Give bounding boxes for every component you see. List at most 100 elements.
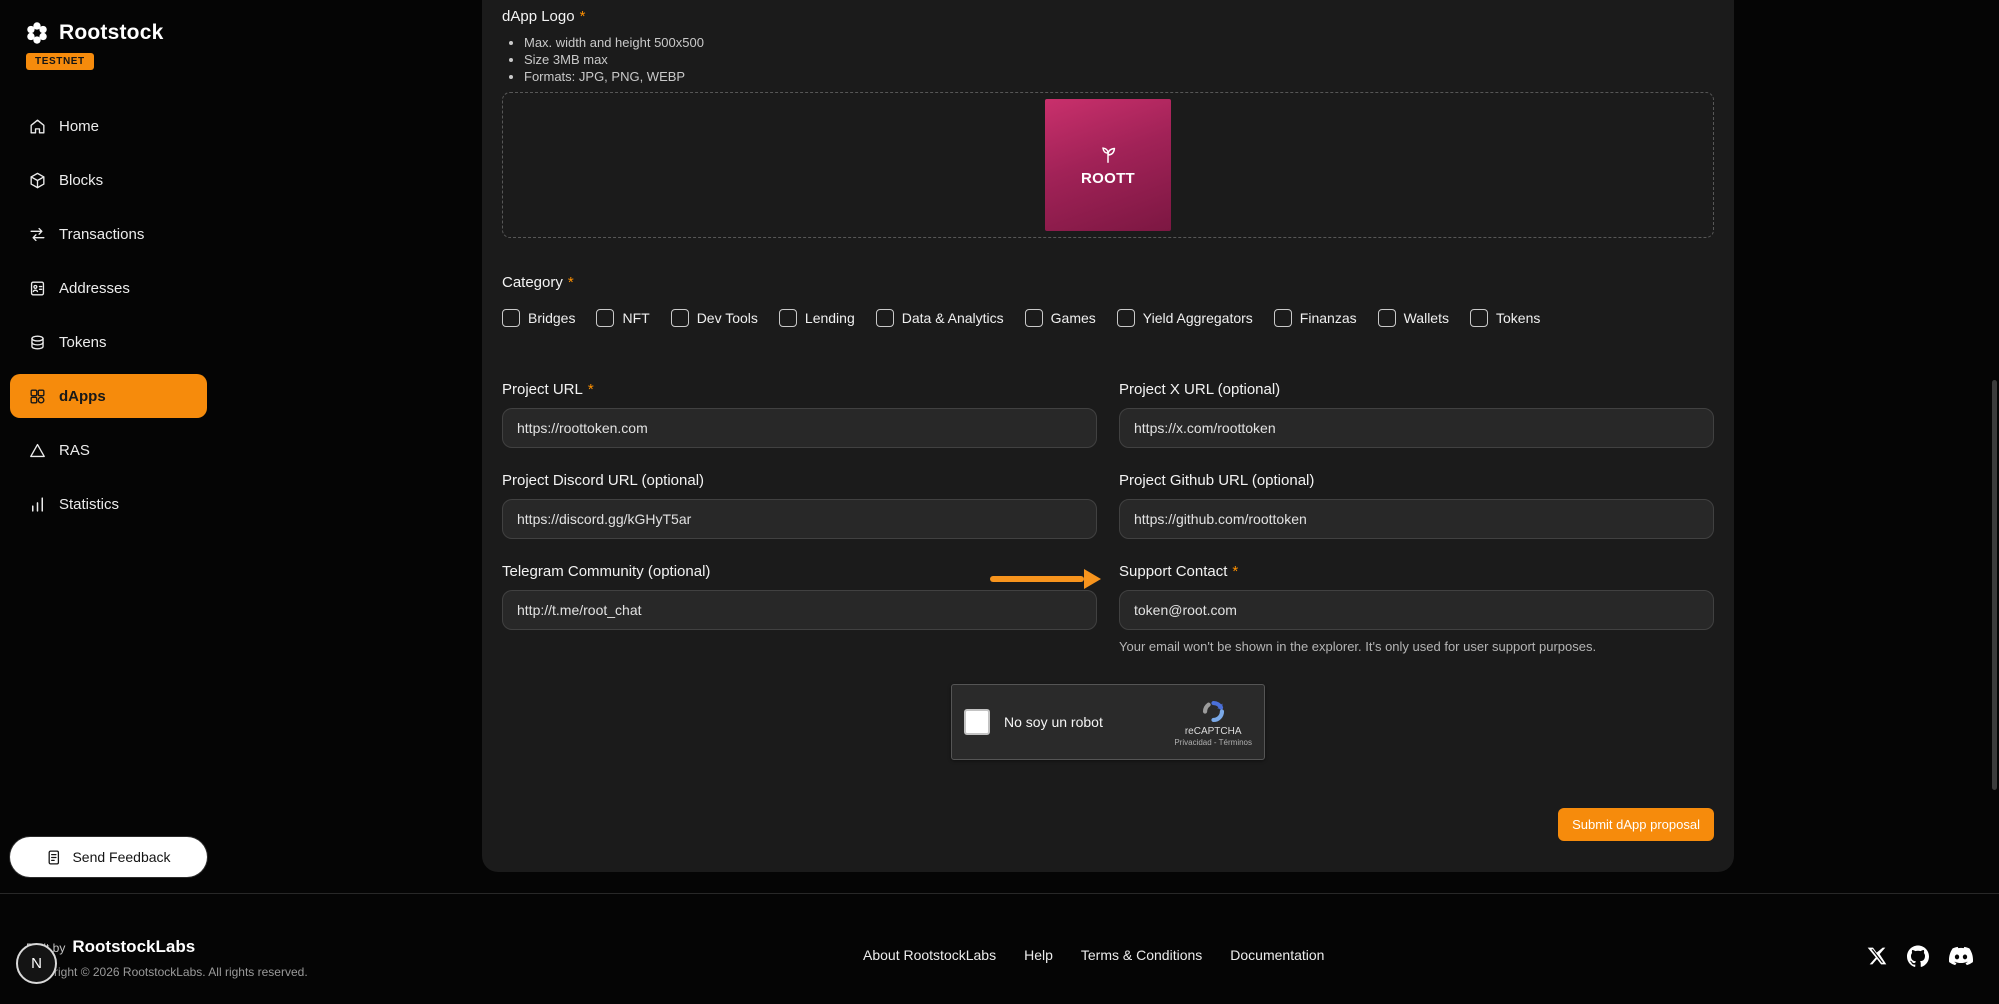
- project-discord-url-input[interactable]: [502, 499, 1097, 539]
- category-option-data-analytics: Data & Analytics: [876, 309, 1004, 327]
- category-option-nft: NFT: [596, 309, 649, 327]
- arrow-head: [1084, 569, 1101, 589]
- category-option-lending: Lending: [779, 309, 855, 327]
- home-icon: [28, 117, 47, 136]
- footer-social: [1867, 944, 1973, 968]
- logo-requirement: Max. width and height 500x500: [524, 34, 1714, 51]
- sidebar-item-label: RAS: [59, 442, 90, 459]
- category-option-games: Games: [1025, 309, 1096, 327]
- footer-link-documentation[interactable]: Documentation: [1230, 947, 1324, 963]
- category-label: Category*: [502, 274, 1714, 291]
- footer-link-about[interactable]: About RootstockLabs: [863, 947, 996, 963]
- checkbox-data-analytics[interactable]: [876, 309, 894, 327]
- required-star: *: [1232, 563, 1238, 580]
- field-project-discord-url: Project Discord URL (optional): [502, 472, 1097, 539]
- required-star: *: [588, 381, 594, 398]
- support-contact-helper: Your email won't be shown in the explore…: [1119, 639, 1714, 654]
- sprout-icon: [1097, 143, 1119, 165]
- checkbox-wallets[interactable]: [1378, 309, 1396, 327]
- sidebar-item-ras[interactable]: RAS: [10, 428, 207, 472]
- sidebar-item-dapps[interactable]: dApps: [10, 374, 207, 418]
- recaptcha-label: No soy un robot: [1004, 714, 1103, 730]
- sidebar-nav: Home Blocks Transactions Addresses Token…: [0, 104, 217, 526]
- checkbox-tokens[interactable]: [1470, 309, 1488, 327]
- support-contact-label: Support Contact*: [1119, 563, 1714, 580]
- category-option-dev-tools: Dev Tools: [671, 309, 758, 327]
- project-github-url-input[interactable]: [1119, 499, 1714, 539]
- category-option-tokens: Tokens: [1470, 309, 1540, 327]
- recaptcha-brand-name: reCAPTCHA: [1185, 726, 1242, 737]
- field-project-url: Project URL*: [502, 381, 1097, 448]
- logo-preview: ROOTT: [1045, 99, 1171, 231]
- sidebar-item-label: Addresses: [59, 280, 130, 297]
- logo-upload-dropzone[interactable]: ROOTT: [502, 92, 1714, 238]
- footer-link-help[interactable]: Help: [1024, 947, 1053, 963]
- submit-row: Submit dApp proposal: [502, 808, 1714, 841]
- sidebar-item-tokens[interactable]: Tokens: [10, 320, 207, 364]
- dapp-logo-label: dApp Logo*: [502, 8, 1714, 25]
- copyright-text: Copyright © 2026 RootstockLabs. All righ…: [26, 965, 308, 979]
- sidebar-item-label: Transactions: [59, 226, 144, 243]
- logo-requirements: Max. width and height 500x500 Size 3MB m…: [524, 34, 1714, 85]
- recaptcha-brand: reCAPTCHA Privacidad - Términos: [1174, 698, 1252, 747]
- feedback-icon: [46, 849, 63, 866]
- field-support-contact: Support Contact* Your email won't be sho…: [1119, 563, 1714, 654]
- send-feedback-label: Send Feedback: [72, 849, 170, 865]
- sidebar-item-label: Home: [59, 118, 99, 135]
- transactions-icon: [28, 225, 47, 244]
- github-icon[interactable]: [1907, 945, 1929, 967]
- statistics-icon: [28, 495, 47, 514]
- url-fields-grid: Project URL* Project X URL (optional) Pr…: [502, 381, 1714, 654]
- footer-link-terms[interactable]: Terms & Conditions: [1081, 947, 1202, 963]
- support-contact-input[interactable]: [1119, 590, 1714, 630]
- sidebar-item-transactions[interactable]: Transactions: [10, 212, 207, 256]
- field-project-x-url: Project X URL (optional): [1119, 381, 1714, 448]
- blocks-icon: [28, 171, 47, 190]
- logo-requirement: Size 3MB max: [524, 51, 1714, 68]
- submit-dapp-proposal-button[interactable]: Submit dApp proposal: [1558, 808, 1714, 841]
- recaptcha-widget: No soy un robot reCAPTCHA Privacidad - T…: [951, 684, 1265, 760]
- checkbox-games[interactable]: [1025, 309, 1043, 327]
- footer: Built by RootstockLabs Copyright © 2026 …: [0, 893, 1999, 1004]
- project-x-url-label: Project X URL (optional): [1119, 381, 1714, 398]
- ras-icon: [28, 441, 47, 460]
- annotation-arrow-icon: [990, 569, 1101, 589]
- project-x-url-input[interactable]: [1119, 408, 1714, 448]
- category-option-yield-aggregators: Yield Aggregators: [1117, 309, 1253, 327]
- checkbox-finanzas[interactable]: [1274, 309, 1292, 327]
- checkbox-dev-tools[interactable]: [671, 309, 689, 327]
- logo-preview-name: ROOTT: [1081, 170, 1135, 187]
- testnet-badge: TESTNET: [26, 53, 94, 70]
- discord-icon[interactable]: [1949, 944, 1973, 968]
- footer-links: About RootstockLabs Help Terms & Conditi…: [863, 947, 1324, 963]
- brand-name: Rootstock: [59, 21, 163, 45]
- category-options: Bridges NFT Dev Tools Lending Data & Ana…: [502, 309, 1714, 327]
- sidebar-item-blocks[interactable]: Blocks: [10, 158, 207, 202]
- project-discord-url-label: Project Discord URL (optional): [502, 472, 1097, 489]
- footer-brand-name: RootstockLabs: [72, 937, 195, 957]
- scrollbar-thumb[interactable]: [1992, 380, 1997, 790]
- field-project-github-url: Project Github URL (optional): [1119, 472, 1714, 539]
- telegram-community-input[interactable]: [502, 590, 1097, 630]
- brand: Rootstock: [0, 0, 217, 46]
- x-twitter-icon[interactable]: [1867, 946, 1887, 966]
- checkbox-yield-aggregators[interactable]: [1117, 309, 1135, 327]
- sidebar: Rootstock TESTNET Home Blocks Transactio…: [0, 0, 217, 893]
- sidebar-item-addresses[interactable]: Addresses: [10, 266, 207, 310]
- category-option-bridges: Bridges: [502, 309, 575, 327]
- addresses-icon: [28, 279, 47, 298]
- sidebar-item-statistics[interactable]: Statistics: [10, 482, 207, 526]
- checkbox-bridges[interactable]: [502, 309, 520, 327]
- recaptcha-checkbox[interactable]: [964, 709, 990, 735]
- sidebar-item-home[interactable]: Home: [10, 104, 207, 148]
- rootstock-logo-icon: [24, 20, 50, 46]
- send-feedback-button[interactable]: Send Feedback: [10, 837, 207, 877]
- category-option-wallets: Wallets: [1378, 309, 1449, 327]
- project-github-url-label: Project Github URL (optional): [1119, 472, 1714, 489]
- sidebar-item-label: Tokens: [59, 334, 107, 351]
- recaptcha-privacy-terms-links[interactable]: Privacidad - Términos: [1174, 738, 1252, 747]
- checkbox-lending[interactable]: [779, 309, 797, 327]
- checkbox-nft[interactable]: [596, 309, 614, 327]
- project-url-input[interactable]: [502, 408, 1097, 448]
- arrow-line: [990, 576, 1084, 582]
